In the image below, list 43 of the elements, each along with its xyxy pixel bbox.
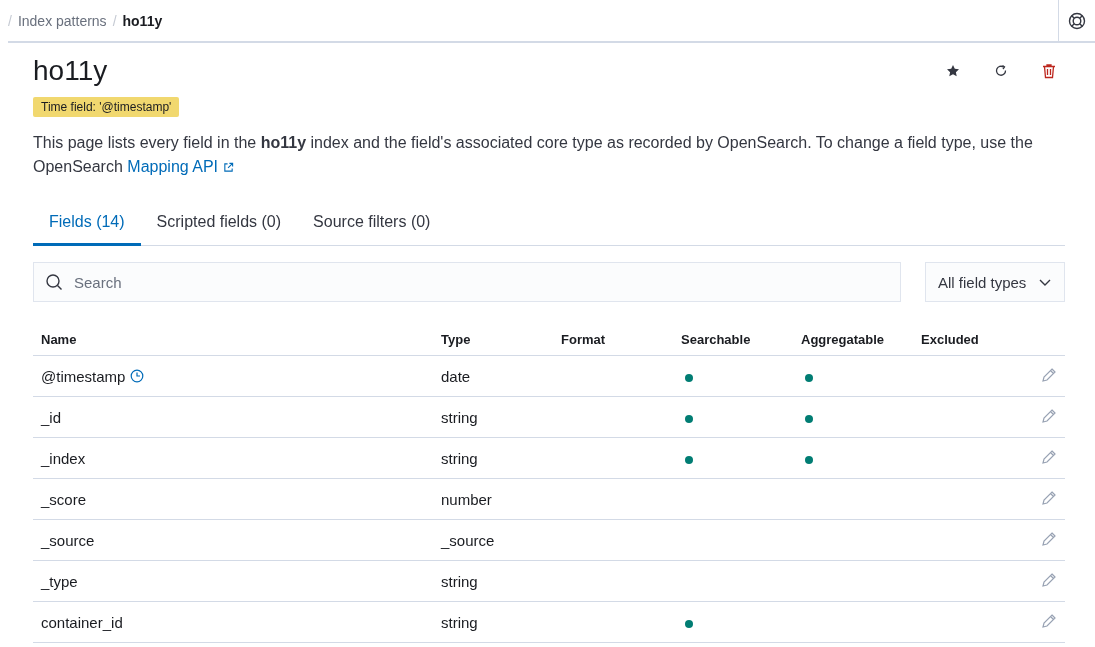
description: This page lists every field in the ho11y index and the field's associated core type as recorded by OpenSearch. To change a field type, use the OpenSearch Mapping API <box>33 131 1043 179</box>
search-field[interactable]: Search <box>33 262 901 302</box>
external-link-icon <box>223 161 235 173</box>
field-type: string <box>441 408 478 426</box>
pencil-icon[interactable] <box>1041 612 1057 629</box>
pencil-icon[interactable] <box>1041 530 1057 547</box>
field-type: date <box>441 367 471 385</box>
field-name: _source <box>41 531 95 549</box>
column-header[interactable]: Searchable <box>673 324 793 356</box>
breadcrumb-separator: / <box>112 12 117 29</box>
field-name: _score <box>41 490 87 508</box>
pencil-icon[interactable] <box>1041 489 1057 506</box>
tab[interactable]: Source filters (0) <box>297 213 447 246</box>
column-header[interactable]: Format <box>553 324 673 356</box>
field-type: string <box>441 613 478 631</box>
field-name: @timestamp <box>41 367 126 385</box>
field-type: string <box>441 449 478 467</box>
tab[interactable]: Fields (14) <box>33 213 141 246</box>
field-type: string <box>441 572 478 590</box>
field-name: _index <box>41 449 86 467</box>
help-icon[interactable] <box>1068 11 1086 30</box>
pencil-icon[interactable] <box>1041 366 1057 383</box>
column-header[interactable]: Type <box>433 324 553 356</box>
column-header[interactable]: Name <box>33 324 433 356</box>
page-title: ho11y <box>33 55 109 87</box>
mapping-api-link[interactable]: Mapping API <box>127 155 235 179</box>
column-header[interactable]: Aggregatable <box>793 324 913 356</box>
breadcrumb-separator: / <box>8 12 12 29</box>
breadcrumb[interactable]: Index patterns <box>17 12 107 29</box>
field-name: _id <box>41 408 62 426</box>
field-type: _source <box>441 531 495 549</box>
field-type: number <box>441 490 492 508</box>
pencil-icon[interactable] <box>1041 571 1057 588</box>
time-field-badge: Time field: '@timestamp' <box>33 97 180 117</box>
search-icon <box>45 273 63 291</box>
breadcrumb[interactable]: ho11y <box>122 12 163 29</box>
tab[interactable]: Scripted fields (0) <box>140 213 298 246</box>
field-name: container_id <box>41 613 123 631</box>
pencil-icon[interactable] <box>1041 448 1057 465</box>
column-header[interactable]: Excluded <box>913 324 1033 356</box>
field-name: _type <box>41 572 78 590</box>
field-type-select[interactable]: All field types <box>925 262 1065 302</box>
pencil-icon[interactable] <box>1041 407 1057 424</box>
